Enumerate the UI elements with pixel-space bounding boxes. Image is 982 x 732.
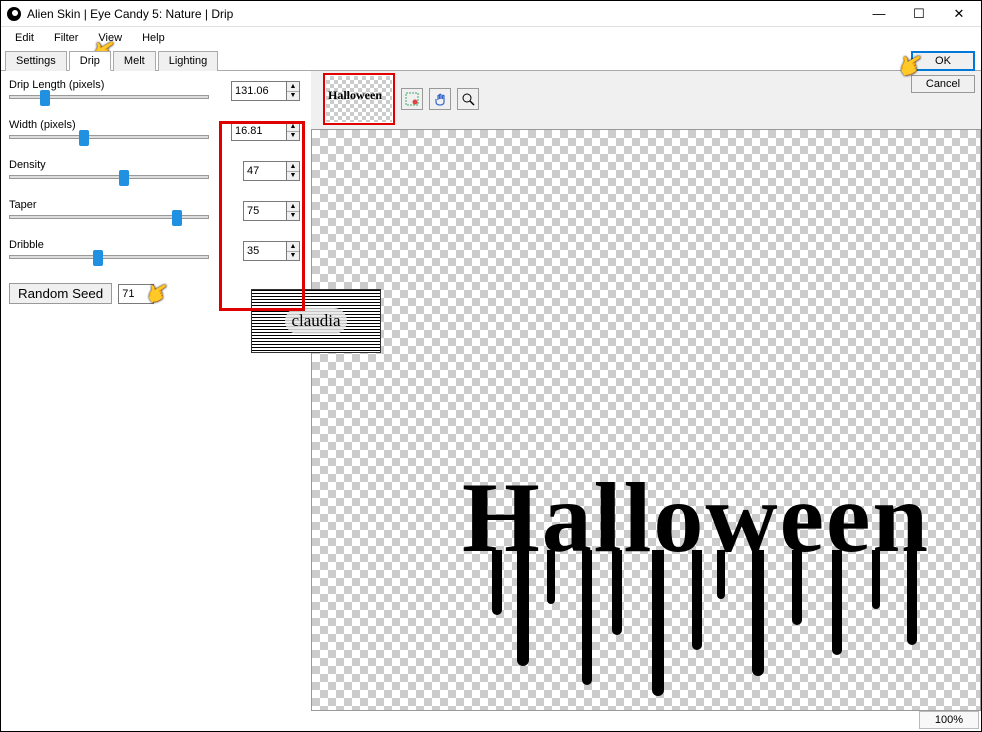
settings-panel: Drip Length (pixels) ▲▼ Width (pixels) ▲… xyxy=(1,71,311,711)
menu-filter[interactable]: Filter xyxy=(44,29,88,47)
taper-input[interactable] xyxy=(243,201,287,221)
taper-down[interactable]: ▼ xyxy=(287,212,299,221)
tab-bar: Settings Drip Melt Lighting xyxy=(1,50,981,71)
menu-bar: Edit Filter View Help xyxy=(1,27,981,49)
dribble-input[interactable] xyxy=(243,241,287,261)
app-icon xyxy=(7,7,21,21)
width-slider[interactable] xyxy=(9,135,209,139)
tab-lighting[interactable]: Lighting xyxy=(158,51,219,71)
drip-length-up[interactable]: ▲ xyxy=(287,82,299,92)
thumb-text: Halloween xyxy=(328,88,382,103)
width-up[interactable]: ▲ xyxy=(287,122,299,132)
taper-up[interactable]: ▲ xyxy=(287,202,299,212)
zoom-tool-icon[interactable] xyxy=(457,88,479,110)
dribble-up[interactable]: ▲ xyxy=(287,242,299,252)
tab-melt[interactable]: Melt xyxy=(113,51,156,71)
watermark: claudia xyxy=(251,289,381,353)
density-input[interactable] xyxy=(243,161,287,181)
zoom-status: 100% xyxy=(919,711,979,729)
window-title: Alien Skin | Eye Candy 5: Nature | Drip xyxy=(27,7,859,21)
menu-help[interactable]: Help xyxy=(132,29,175,47)
close-button[interactable]: ✕ xyxy=(939,2,979,26)
drip-length-slider[interactable] xyxy=(9,95,209,99)
maximize-button[interactable]: ☐ xyxy=(899,2,939,26)
menu-view[interactable]: View xyxy=(88,29,132,47)
hand-tool-icon[interactable] xyxy=(429,88,451,110)
density-up[interactable]: ▲ xyxy=(287,162,299,172)
density-slider[interactable] xyxy=(9,175,209,179)
title-bar: Alien Skin | Eye Candy 5: Nature | Drip … xyxy=(1,1,981,27)
width-input[interactable] xyxy=(231,121,287,141)
taper-slider[interactable] xyxy=(9,215,209,219)
density-down[interactable]: ▼ xyxy=(287,172,299,181)
watermark-text: claudia xyxy=(285,308,346,334)
drip-length-input[interactable] xyxy=(231,81,287,101)
preview-canvas[interactable]: Halloween xyxy=(311,129,981,711)
menu-edit[interactable]: Edit xyxy=(5,29,44,47)
marquee-tool-icon[interactable] xyxy=(401,88,423,110)
tab-settings[interactable]: Settings xyxy=(5,51,67,71)
drip-length-down[interactable]: ▼ xyxy=(287,92,299,101)
random-seed-button[interactable]: Random Seed xyxy=(9,283,112,304)
drip-effect xyxy=(462,550,962,710)
random-seed-input[interactable] xyxy=(118,284,154,304)
preview-area: Halloween Halloween xyxy=(311,71,981,711)
tab-drip[interactable]: Drip xyxy=(69,51,111,71)
dribble-slider[interactable] xyxy=(9,255,209,259)
cancel-button[interactable]: Cancel xyxy=(911,75,975,93)
minimize-button[interactable]: — xyxy=(859,2,899,26)
width-down[interactable]: ▼ xyxy=(287,132,299,141)
preview-thumbnail[interactable]: Halloween xyxy=(323,73,395,125)
dribble-down[interactable]: ▼ xyxy=(287,252,299,261)
ok-button[interactable]: OK xyxy=(911,51,975,71)
